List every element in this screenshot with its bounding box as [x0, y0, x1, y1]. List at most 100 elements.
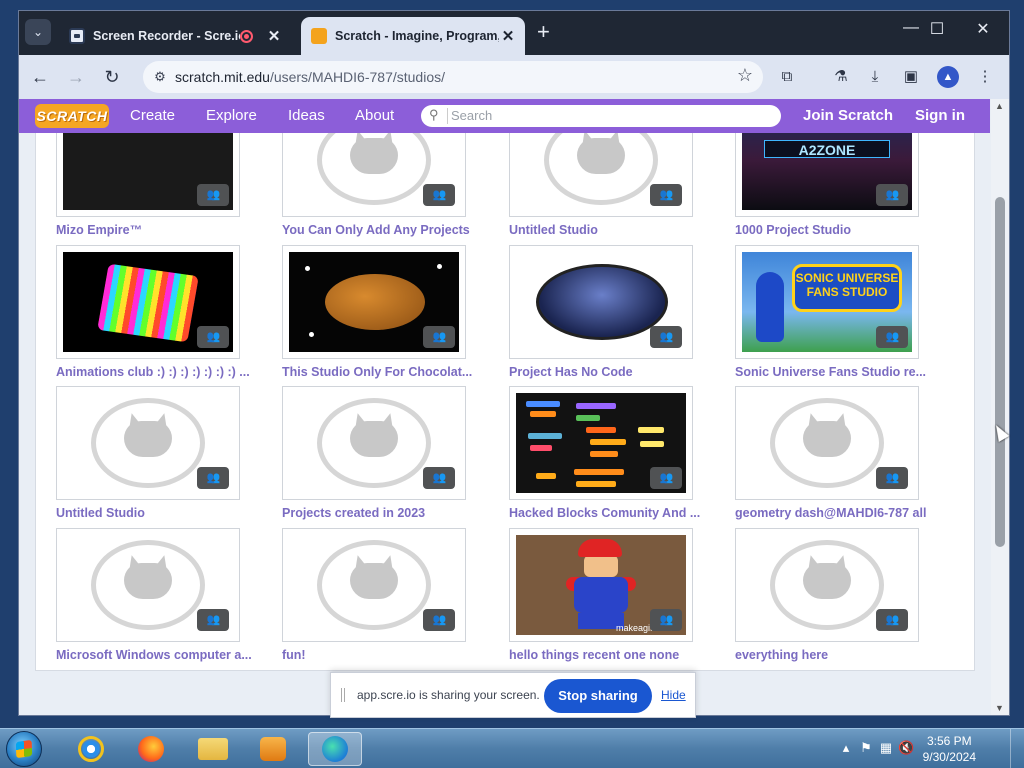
studio-thumbnail[interactable]: 👥 [63, 393, 233, 493]
tab-search-button[interactable]: ⌄ [25, 19, 51, 45]
studio-title-link[interactable]: 1000 Project Studio [735, 223, 935, 237]
studio-title-link[interactable]: Untitled Studio [509, 223, 709, 237]
bookmark-star-icon[interactable]: ☆ [737, 65, 753, 86]
studio-thumbnail[interactable]: 👥 [289, 252, 459, 352]
studio-thumbnail-frame[interactable]: 👥 [282, 245, 466, 359]
mario-overalls [574, 577, 628, 613]
studio-title-link[interactable]: Animations club :) :) :) :) :) :) :) ... [56, 365, 256, 379]
clock[interactable]: 3:56 PM 9/30/2024 [923, 733, 976, 765]
studio-thumbnail[interactable]: 👥 [63, 252, 233, 352]
hide-link[interactable]: Hide [661, 688, 686, 702]
studio-thumbnail-frame[interactable]: makeagif 👥 [509, 528, 693, 642]
profile-avatar[interactable]: ▲ [937, 66, 959, 88]
network-icon[interactable]: ▦ [878, 740, 894, 756]
studio-thumbnail-frame[interactable]: SONIC UNIVERSE FANS STUDIO 👥 [735, 245, 919, 359]
nav-create[interactable]: Create [130, 99, 175, 133]
back-button[interactable]: ← [27, 65, 53, 89]
tab-scratch[interactable]: Scratch - Imagine, Program, Sh ✕ [301, 17, 525, 55]
tab-screen-recorder[interactable]: Screen Recorder - Scre.io ✕ [59, 17, 291, 55]
site-info-icon[interactable]: ⚙ [149, 67, 171, 87]
taskbar-media-player[interactable] [246, 732, 300, 766]
lab-icon[interactable]: ⚗ [829, 65, 853, 89]
studio-thumbnail-frame[interactable]: 👥 [735, 528, 919, 642]
studio-title-link[interactable]: hello things recent one none [509, 648, 709, 662]
reload-button[interactable]: ↻ [99, 65, 125, 89]
studio-title-link[interactable]: Mizo Empire™ [56, 223, 256, 237]
volume-muted-icon[interactable]: 🔇 [898, 740, 914, 756]
side-panel-icon[interactable]: ▣ [899, 65, 923, 89]
studio-thumbnail-frame[interactable]: 👥 [509, 386, 693, 500]
cat-head [124, 563, 172, 599]
scroll-thumb[interactable] [995, 197, 1005, 547]
scroll-down-arrow-icon[interactable]: ▼ [995, 703, 1004, 713]
nav-ideas[interactable]: Ideas [288, 99, 325, 133]
download-icon[interactable]: ⤓ [863, 65, 887, 89]
studio-title-link[interactable]: Untitled Studio [56, 506, 256, 520]
studio-group-icon: 👥 [197, 184, 229, 206]
nav-explore[interactable]: Explore [206, 99, 257, 133]
studio-thumbnail[interactable]: 👥 [516, 393, 686, 493]
studio-thumbnail-frame[interactable]: 👥 [282, 528, 466, 642]
studio-thumbnail-frame[interactable]: 👥 [735, 386, 919, 500]
studio-title-link[interactable]: Projects created in 2023 [282, 506, 482, 520]
code-block [640, 441, 664, 447]
taskbar-internet-explorer[interactable] [64, 732, 118, 766]
studio-group-icon: 👥 [876, 326, 908, 348]
cat-head [124, 421, 172, 457]
stop-sharing-button[interactable]: Stop sharing [544, 679, 652, 713]
action-center-flag-icon[interactable]: ⚑ [858, 740, 874, 756]
a2zone-banner: A2ZONE [764, 140, 890, 158]
scroll-up-arrow-icon[interactable]: ▲ [995, 101, 1004, 111]
studio-title-link[interactable]: You Can Only Add Any Projects [282, 223, 482, 237]
forward-button[interactable]: → [63, 65, 89, 89]
page-scrollbar[interactable]: ▲ ▼ [991, 99, 1009, 715]
taskbar-edge[interactable] [308, 732, 362, 766]
studio-title-link[interactable]: Project Has No Code [509, 365, 709, 379]
search-box[interactable]: ⚲ Search [421, 105, 781, 127]
close-window-button[interactable]: ✕ [963, 19, 1003, 39]
scratch-navbar: SCRATCH Create Explore Ideas About ⚲ Sea… [19, 99, 990, 133]
studio-title-link[interactable]: Microsoft Windows computer a... [56, 648, 256, 662]
maximize-button[interactable]: ☐ [917, 19, 957, 39]
close-tab-icon[interactable]: ✕ [499, 27, 517, 45]
show-desktop-button[interactable] [1010, 729, 1024, 768]
clock-date: 9/30/2024 [922, 750, 976, 764]
studio-thumbnail-frame[interactable]: 👥 [282, 386, 466, 500]
more-menu-icon[interactable]: ⋮ [973, 65, 997, 89]
studio-title-link[interactable]: fun! [282, 648, 482, 662]
studio-thumbnail[interactable]: 👥 [289, 393, 459, 493]
show-hidden-icons-icon[interactable]: ▴ [838, 740, 854, 756]
new-tab-button[interactable]: + [537, 20, 550, 44]
taskbar-file-explorer[interactable] [186, 732, 240, 766]
drag-handle-icon[interactable] [341, 688, 345, 702]
studio-title-link[interactable]: Sonic Universe Fans Studio re... [735, 365, 935, 379]
nav-about[interactable]: About [355, 99, 394, 133]
studio-title-link[interactable]: This Studio Only For Chocolat... [282, 365, 482, 379]
join-scratch-link[interactable]: Join Scratch [803, 99, 893, 133]
studio-thumbnail[interactable]: makeagif 👥 [516, 535, 686, 635]
studio-thumbnail[interactable]: SONIC UNIVERSE FANS STUDIO 👥 [742, 252, 912, 352]
studio-thumbnail-frame[interactable]: 👥 [56, 386, 240, 500]
studio-thumbnail[interactable]: 👥 [63, 535, 233, 635]
url-text: scratch.mit.edu/users/MAHDI6-787/studios… [175, 69, 445, 85]
code-block [536, 473, 556, 479]
address-bar[interactable]: ⚙ scratch.mit.edu/users/MAHDI6-787/studi… [143, 61, 763, 93]
start-button[interactable] [6, 731, 42, 767]
studio-thumbnail-frame[interactable]: 👥 [56, 245, 240, 359]
extensions-icon[interactable]: ⧉ [775, 65, 799, 89]
studio-title-link[interactable]: Hacked Blocks Comunity And ... [509, 506, 709, 520]
studio-thumbnail[interactable]: 👥 [742, 535, 912, 635]
studio-thumbnail-frame[interactable]: 👥 [56, 528, 240, 642]
scratch-logo[interactable]: SCRATCH [35, 104, 109, 128]
cat-head [350, 563, 398, 599]
close-tab-icon[interactable]: ✕ [265, 27, 283, 45]
system-tray: ▴ ⚑ ▦ 🔇 3:56 PM 9/30/2024 [834, 729, 1024, 768]
studio-title-link[interactable]: geometry dash@MAHDI6-787 all [735, 506, 935, 520]
studio-thumbnail[interactable]: 👥 [289, 535, 459, 635]
studio-thumbnail[interactable]: 👥 [516, 252, 686, 352]
sign-in-link[interactable]: Sign in [915, 99, 965, 133]
studio-thumbnail[interactable]: 👥 [742, 393, 912, 493]
taskbar-firefox[interactable] [124, 732, 178, 766]
studio-thumbnail-frame[interactable]: 👥 [509, 245, 693, 359]
studio-title-link[interactable]: everything here [735, 648, 935, 662]
